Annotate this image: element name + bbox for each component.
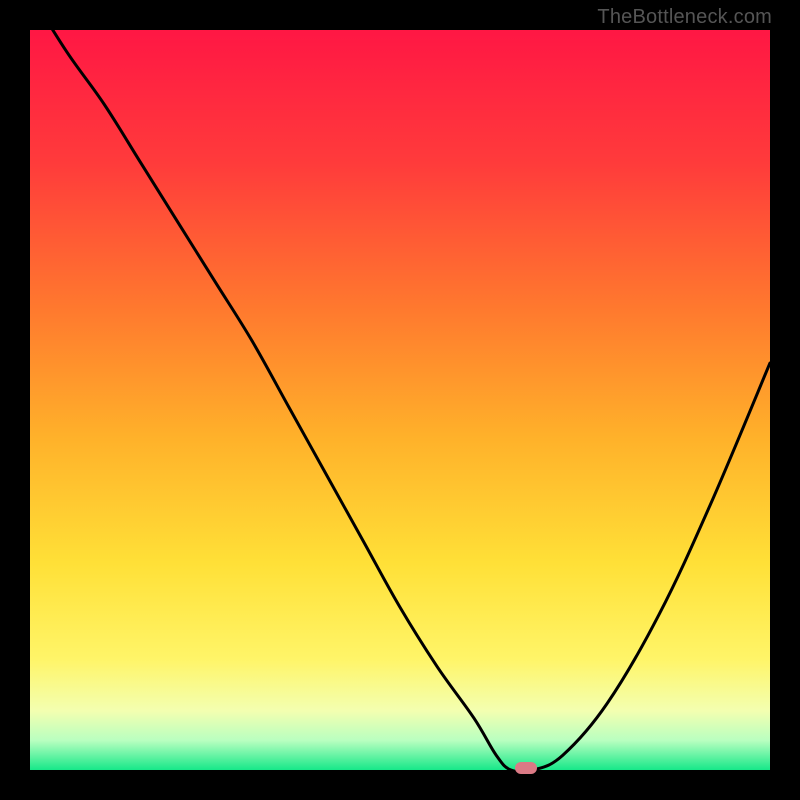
watermark-label: TheBottleneck.com [597, 6, 772, 29]
chart-frame: TheBottleneck.com [0, 0, 800, 800]
plot-area [30, 30, 770, 770]
optimum-marker [515, 762, 537, 774]
bottleneck-curve [30, 30, 770, 770]
